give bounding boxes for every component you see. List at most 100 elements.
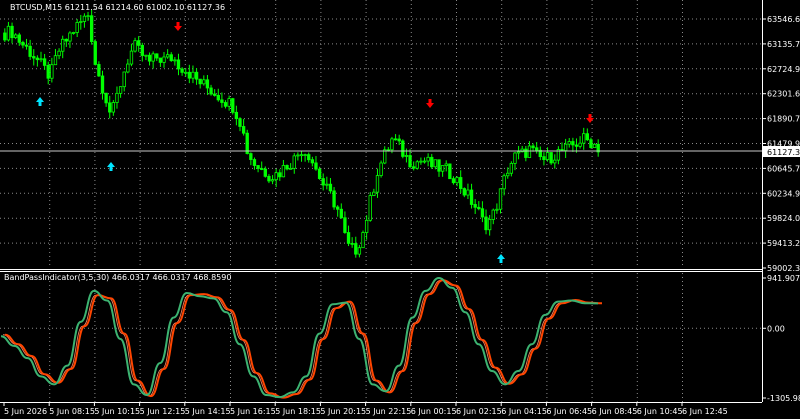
indicator-axis-label: 0.00 [767, 324, 785, 333]
candle-body [42, 58, 47, 66]
candle-body [563, 143, 568, 152]
candle-body [144, 54, 148, 57]
candle-body [426, 156, 430, 162]
price-axis-label: 63546.60 [767, 15, 800, 24]
candle-body [314, 162, 318, 170]
candle-body [408, 155, 412, 168]
candle [368, 192, 372, 222]
candle-body [252, 159, 257, 166]
time-axis-label: 5 Jun 2026 [4, 407, 47, 416]
indicator-slow-line [4, 279, 603, 399]
main-price-pane[interactable]: BTCUSD,M15 61211.54 61214.60 61002.10 61… [0, 0, 762, 268]
candle-body [535, 147, 539, 151]
candle-body [299, 154, 304, 157]
time-axis-label: 5 Jun 10:15 [94, 407, 140, 416]
candle-body [140, 44, 144, 56]
candle-body [567, 141, 571, 145]
time-axis-label: 6 Jun 06:45 [546, 407, 592, 416]
candle-body [274, 172, 278, 181]
candle-body [61, 38, 65, 52]
candle-body [158, 57, 163, 63]
candle-body [459, 177, 463, 189]
candle-body [455, 177, 459, 184]
candle-body [202, 79, 206, 85]
candle-body [180, 68, 184, 73]
candle-body [133, 40, 137, 52]
candle-body [509, 163, 514, 174]
candle [361, 230, 365, 249]
candle-body [592, 143, 597, 148]
candle-body [375, 175, 380, 193]
chart-title: BTCUSD,M15 61211.54 61214.60 61002.10 61… [10, 3, 225, 12]
candle-body [393, 138, 398, 141]
time-axis-label: 5 Jun 16:15 [230, 407, 276, 416]
time-axis-label: 6 Jun 02:15 [456, 407, 502, 416]
time-axis-label: 6 Jun 12:45 [682, 407, 728, 416]
candle-body [111, 102, 116, 113]
candle-body [57, 50, 61, 57]
candle-body [325, 183, 329, 186]
time-axis[interactable]: 5 Jun 2026 5 Jun 08:15 5 Jun 10:15 5 Jun 12… [3, 402, 728, 416]
candle-body [285, 165, 289, 170]
candle-body [288, 167, 293, 170]
candle-body [307, 154, 311, 161]
candle-body [75, 22, 79, 33]
candle-body [350, 243, 354, 245]
time-axis-label: 6 Jun 10:45 [637, 407, 683, 416]
time-axis-label: 5 Jun 12:15 [140, 407, 186, 416]
candle-body [582, 133, 586, 144]
candle-body [162, 56, 166, 63]
candle-body [3, 32, 7, 41]
time-axis-label: 6 Jun 04:15 [501, 407, 547, 416]
indicator-pane[interactable]: BandPassIndicator(3,5,30) 466.0317 466.0… [0, 273, 762, 402]
time-axis-label: 6 Jun 00:15 [411, 407, 457, 416]
candle-body [477, 206, 481, 210]
candle-body [129, 50, 134, 65]
candle-body [444, 163, 448, 166]
time-axis-label: 5 Jun 18:15 [275, 407, 321, 416]
candle-body [473, 204, 477, 208]
candle-body [137, 40, 141, 46]
candle-body [169, 54, 173, 61]
price-axis[interactable]: 63546.60 63135.75 62724.90 62301.60 61890.75… [762, 15, 800, 273]
time-axis-label: 6 Jun 08:45 [592, 407, 638, 416]
candle-body [411, 166, 416, 169]
candle-body [440, 165, 445, 172]
indicator-axis-label: 941.9076 [767, 274, 800, 283]
candle-body [263, 168, 267, 177]
candle-body [53, 55, 58, 66]
candle-body [46, 64, 50, 79]
candle-body [491, 209, 495, 220]
trading-chart-window: BTCUSD,M15 61211.54 61214.60 61002.10 61… [0, 0, 800, 416]
candle-body [89, 15, 94, 42]
candle-body [71, 32, 76, 34]
candle-body [422, 160, 427, 163]
candle-body [68, 32, 72, 42]
candle-body [151, 53, 155, 62]
candle [549, 152, 553, 165]
candle-body [383, 149, 387, 164]
candle-body [451, 178, 456, 184]
indicator-fast-line [0, 277, 599, 399]
candle-body [93, 41, 97, 65]
candle-body [480, 208, 485, 218]
candle-body [296, 154, 300, 157]
candle-body [397, 138, 401, 142]
candle-body [216, 95, 220, 101]
candle-body [401, 140, 405, 157]
candle-body [303, 154, 307, 156]
candle-body [433, 159, 438, 168]
candle-body [198, 78, 202, 85]
candle-body [419, 160, 423, 163]
candle [379, 160, 383, 178]
candle-body [343, 217, 347, 233]
candle-body [310, 159, 315, 164]
candle-body [86, 15, 90, 18]
candle-body [578, 142, 582, 147]
candle-body [466, 189, 470, 196]
candle-body [361, 232, 365, 249]
candle-body [165, 54, 170, 58]
candle-body [542, 156, 546, 160]
candle-body [17, 34, 21, 43]
candle-body [437, 159, 441, 172]
